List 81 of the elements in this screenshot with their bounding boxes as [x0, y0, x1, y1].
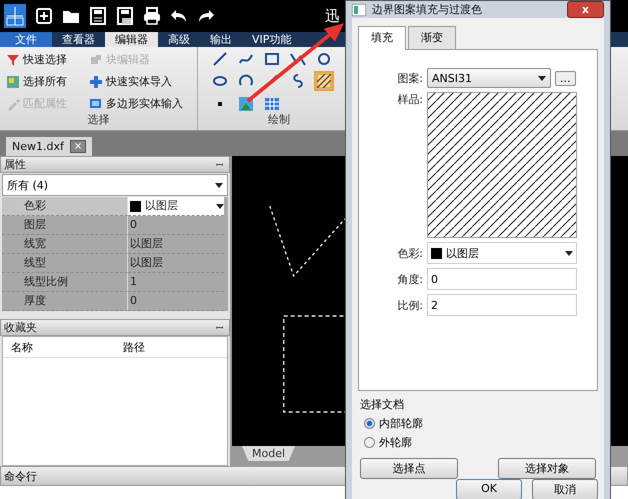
hatch-icon[interactable]: [316, 73, 332, 90]
field-label: 色彩:: [396, 246, 423, 260]
filter-dropdown[interactable]: 所有 (4): [2, 174, 228, 196]
panel-title: 命令行: [4, 468, 37, 484]
ribbon-command[interactable]: 选择所有: [6, 73, 75, 90]
ribbon-command[interactable]: 快速实体导入: [89, 73, 191, 90]
dialog-button[interactable]: 取消: [532, 479, 598, 499]
circle-icon[interactable]: [316, 51, 332, 67]
caret-icon: [538, 76, 546, 80]
radio-button[interactable]: [364, 437, 375, 448]
save-icon[interactable]: [89, 7, 107, 25]
ribbon-command[interactable]: 多边形实体输入: [89, 95, 191, 112]
save-as-icon[interactable]: [116, 7, 134, 25]
new-file-icon[interactable]: [35, 7, 53, 25]
blocks-icon: [89, 52, 103, 66]
column-header[interactable]: 路径: [115, 340, 227, 354]
panel-title: 属性: [4, 157, 26, 172]
property-value: 0: [128, 216, 224, 235]
property-name[interactable]: 线型: [2, 254, 128, 273]
document-tab[interactable]: New1.dxf ×: [6, 137, 92, 156]
caret-icon: [215, 182, 223, 188]
property-name[interactable]: 厚度: [2, 292, 128, 311]
close-button[interactable]: ×: [70, 140, 86, 153]
ribbon-group-label: 选择: [86, 112, 110, 128]
ribbon-tab[interactable]: 查看器: [52, 32, 105, 47]
picture-icon: [6, 74, 20, 88]
property-value: 1: [128, 273, 224, 292]
pattern-dropdown[interactable]: ANSI31: [427, 68, 551, 88]
property-name[interactable]: 色彩: [2, 197, 128, 216]
radio-label[interactable]: 内部轮廓: [379, 416, 423, 431]
scale-field[interactable]: 2: [427, 294, 577, 316]
field-label: 样品:: [396, 92, 423, 107]
browse-button[interactable]: ...: [555, 70, 576, 86]
radio-label[interactable]: 外轮廓: [379, 435, 412, 450]
group-title: 选择文档: [360, 397, 405, 412]
polyline-icon[interactable]: [290, 51, 306, 67]
ribbon-command[interactable]: 快速选择: [6, 51, 75, 68]
property-name[interactable]: 线型比例: [2, 273, 128, 292]
panel-title: 收藏夹: [4, 320, 37, 335]
column-header[interactable]: 名称: [3, 340, 115, 354]
window-title: 边界图案填充与过渡色: [372, 2, 482, 17]
ribbon-tab[interactable]: 高级: [158, 32, 200, 47]
field-label: 比例:: [396, 298, 423, 312]
table-icon[interactable]: [264, 96, 280, 112]
ribbon-tab[interactable]: 输出: [200, 32, 242, 47]
layout-tab[interactable]: Model: [242, 446, 296, 461]
dialog-tab[interactable]: 填充: [358, 26, 406, 50]
pin-button[interactable]: ꟷ: [216, 158, 223, 171]
pin-button[interactable]: ꟷ: [216, 321, 223, 334]
pick-button[interactable]: 选择点: [360, 458, 458, 479]
radio-button[interactable]: [364, 418, 375, 429]
property-name[interactable]: 线宽: [2, 235, 128, 254]
caret-icon: [565, 250, 573, 256]
ribbon-tab[interactable]: 编辑器: [105, 32, 158, 47]
cad-logo-icon[interactable]: [4, 4, 26, 28]
window-icon: [89, 96, 103, 110]
property-value: 0: [128, 292, 224, 311]
plus-icon: [89, 74, 103, 88]
field-label: 图案:: [396, 70, 423, 86]
line-icon[interactable]: [212, 51, 228, 67]
close-button[interactable]: x: [566, 1, 604, 18]
rectangle-icon[interactable]: [264, 51, 280, 67]
color-dropdown[interactable]: 以图层: [128, 197, 224, 216]
print-icon[interactable]: [143, 7, 161, 25]
funnel-icon: [6, 52, 20, 66]
field-label: 角度:: [396, 272, 423, 286]
dialog-tab[interactable]: 渐变: [408, 26, 456, 49]
ribbon-tab[interactable]: 文件: [0, 32, 52, 47]
property-value: 以图层: [128, 254, 224, 273]
color-dropdown[interactable]: 以图层: [427, 242, 577, 264]
angle-field[interactable]: 0: [427, 268, 577, 290]
pick-button[interactable]: 选择对象: [498, 458, 596, 479]
caret-icon: [216, 204, 224, 208]
app-title: 迅: [325, 6, 340, 26]
brush-icon: [6, 96, 20, 110]
ribbon-tab[interactable]: VIP功能: [242, 32, 302, 47]
ribbon-group-label: 绘制: [267, 112, 291, 128]
property-name[interactable]: 图层: [2, 216, 128, 235]
window-icon: [352, 4, 366, 16]
property-value: 以图层: [128, 235, 224, 254]
dialog-button[interactable]: OK: [456, 479, 522, 499]
